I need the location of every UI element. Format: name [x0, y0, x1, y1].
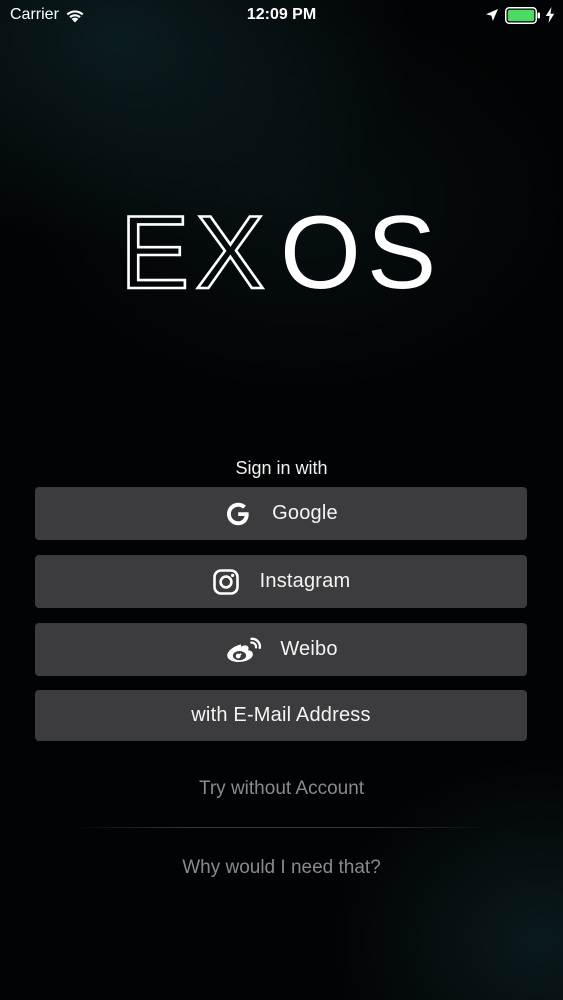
- status-time: 12:09 PM: [246, 6, 317, 23]
- google-icon: [224, 500, 272, 528]
- status-bar: Carrier 12:09 PM: [0, 0, 563, 30]
- charging-bolt-icon: [545, 7, 555, 23]
- sign-in-heading: Sign in with: [235, 458, 328, 478]
- logo-text-ex: EX: [120, 200, 271, 300]
- status-right: [485, 4, 555, 26]
- google-button-label: Google: [272, 502, 338, 524]
- email-sign-in-button[interactable]: with E-Mail Address: [35, 690, 527, 741]
- weibo-button-label: Weibo: [280, 638, 338, 660]
- instagram-icon: [212, 568, 260, 596]
- weibo-sign-in-button[interactable]: Weibo: [35, 623, 527, 676]
- divider: [70, 827, 490, 828]
- login-screen: Carrier 12:09 PM EX OS Sign in with Goog…: [0, 0, 563, 1000]
- try-without-account-link[interactable]: Try without Account: [0, 777, 563, 801]
- email-button-label: with E-Mail Address: [191, 704, 371, 726]
- why-need-account-link[interactable]: Why would I need that?: [0, 856, 563, 880]
- location-arrow-icon: [485, 8, 505, 22]
- instagram-button-label: Instagram: [259, 570, 351, 592]
- instagram-sign-in-button[interactable]: Instagram: [35, 555, 527, 608]
- google-sign-in-button[interactable]: Google: [35, 487, 527, 540]
- weibo-icon: [224, 636, 280, 664]
- battery-icon: [505, 6, 545, 24]
- logo-text-os: OS: [280, 200, 442, 300]
- app-logo: EX OS: [120, 200, 445, 300]
